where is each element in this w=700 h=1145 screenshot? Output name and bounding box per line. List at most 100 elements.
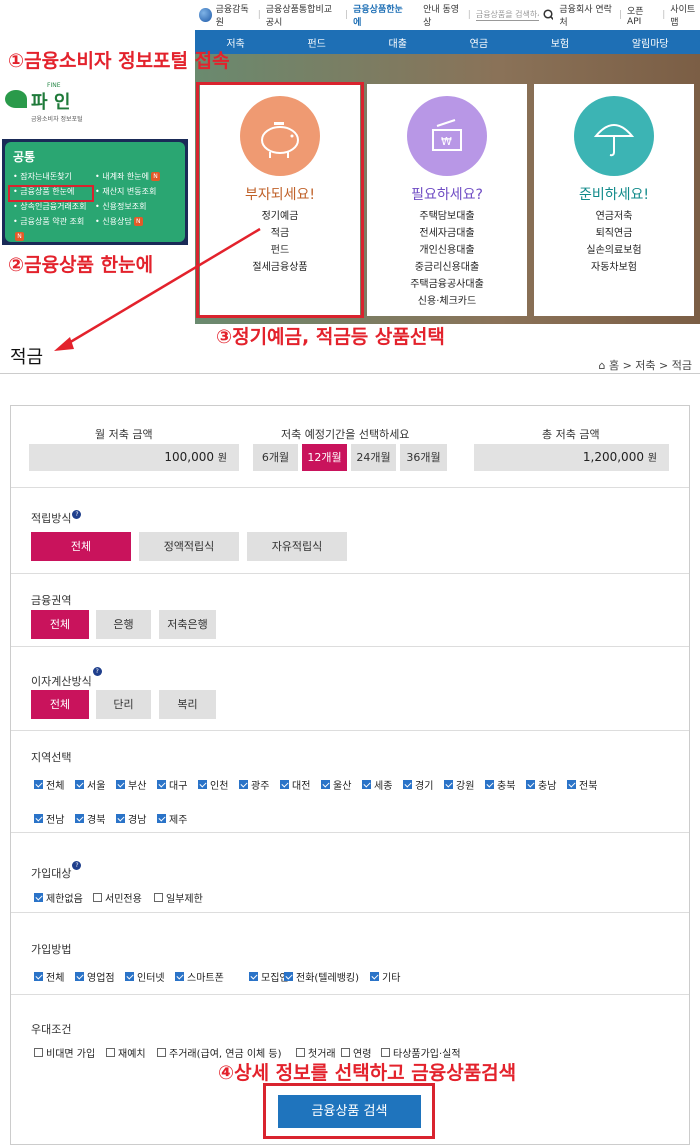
checkbox-icon[interactable] bbox=[296, 1048, 305, 1057]
checkbox-area-options-12[interactable]: 충남 bbox=[526, 777, 556, 792]
card-item[interactable]: 실손의료보험 bbox=[534, 242, 694, 259]
checkbox-icon[interactable] bbox=[125, 972, 134, 981]
checkbox-icon[interactable] bbox=[567, 780, 576, 789]
product-search-button[interactable]: 금융상품 검색 bbox=[278, 1095, 421, 1128]
nav-loan[interactable]: 대출 bbox=[389, 35, 407, 50]
period-36-button[interactable]: 36개월 bbox=[400, 444, 447, 471]
checkbox-channel-options-3[interactable]: 스마트폰 bbox=[175, 969, 224, 984]
checkbox-area-options-10[interactable]: 강원 bbox=[444, 777, 474, 792]
checkbox-icon[interactable] bbox=[239, 780, 248, 789]
checkbox-area-options-16[interactable]: 경남 bbox=[116, 811, 146, 826]
checkbox-area-options-4[interactable]: 인천 bbox=[198, 777, 228, 792]
checkbox-icon[interactable] bbox=[341, 1048, 350, 1057]
checkbox-icon[interactable] bbox=[34, 1048, 43, 1057]
checkbox-area-options-17[interactable]: 제주 bbox=[157, 811, 187, 826]
method-all-button[interactable]: 전체 bbox=[31, 532, 131, 561]
checkbox-area-options-3[interactable]: 대구 bbox=[157, 777, 187, 792]
checkbox-icon[interactable] bbox=[321, 780, 330, 789]
checkbox-icon[interactable] bbox=[34, 893, 43, 902]
checkbox-icon[interactable] bbox=[106, 1048, 115, 1057]
guide-video-link[interactable]: 안내 동영상 bbox=[423, 2, 463, 28]
checkbox-icon[interactable] bbox=[526, 780, 535, 789]
interest-simple-button[interactable]: 단리 bbox=[96, 690, 151, 719]
period-6-button[interactable]: 6개월 bbox=[253, 444, 298, 471]
checkbox-preference-options-0[interactable]: 비대면 가입 bbox=[34, 1045, 95, 1060]
nav-insurance[interactable]: 보험 bbox=[551, 35, 569, 50]
checkbox-area-options-11[interactable]: 충북 bbox=[485, 777, 515, 792]
help-icon[interactable]: ? bbox=[92, 667, 102, 676]
method-free-button[interactable]: 자유적립식 bbox=[247, 532, 347, 561]
glance-link[interactable]: 금융상품한눈에 bbox=[353, 2, 405, 28]
card-item[interactable]: 중금리신용대출 bbox=[367, 259, 527, 276]
checkbox-area-options-7[interactable]: 울산 bbox=[321, 777, 351, 792]
checkbox-icon[interactable] bbox=[249, 972, 258, 981]
fss-link[interactable]: 금융감독원 bbox=[216, 2, 253, 28]
checkbox-icon[interactable] bbox=[284, 972, 293, 981]
checkbox-target-options-0[interactable]: 제한없음 bbox=[34, 890, 83, 905]
checkbox-area-options-9[interactable]: 경기 bbox=[403, 777, 433, 792]
checkbox-area-options-1[interactable]: 서울 bbox=[75, 777, 105, 792]
checkbox-icon[interactable] bbox=[175, 972, 184, 981]
checkbox-channel-options-0[interactable]: 전체 bbox=[34, 969, 64, 984]
checkbox-area-options-14[interactable]: 전남 bbox=[34, 811, 64, 826]
checkbox-icon[interactable] bbox=[198, 780, 207, 789]
card-item[interactable]: 연금저축 bbox=[534, 208, 694, 225]
period-24-button[interactable]: 24개월 bbox=[351, 444, 396, 471]
checkbox-icon[interactable] bbox=[75, 972, 84, 981]
card-item[interactable]: 자동차보험 bbox=[534, 259, 694, 276]
menu-item[interactable]: • 신용정보조회 bbox=[95, 199, 177, 214]
menu-item[interactable]: • 내계좌 한눈에 N bbox=[95, 169, 177, 184]
nav-notice[interactable]: 알림마당 bbox=[632, 35, 669, 50]
nav-fund[interactable]: 펀드 bbox=[307, 35, 325, 50]
checkbox-target-options-2[interactable]: 일부제한 bbox=[154, 890, 203, 905]
checkbox-icon[interactable] bbox=[154, 893, 163, 902]
card-item[interactable]: 전세자금대출 bbox=[367, 225, 527, 242]
checkbox-icon[interactable] bbox=[75, 814, 84, 823]
checkbox-icon[interactable] bbox=[34, 780, 43, 789]
checkbox-icon[interactable] bbox=[34, 972, 43, 981]
top-search-input[interactable]: 금융상품을 검색하세요 bbox=[475, 9, 539, 21]
sector-savingsbank-button[interactable]: 저축은행 bbox=[159, 610, 216, 639]
checkbox-icon[interactable] bbox=[34, 814, 43, 823]
checkbox-icon[interactable] bbox=[93, 893, 102, 902]
checkbox-area-options-13[interactable]: 전북 bbox=[567, 777, 597, 792]
checkbox-icon[interactable] bbox=[157, 780, 166, 789]
checkbox-channel-options-2[interactable]: 인터넷 bbox=[125, 969, 165, 984]
compare-link[interactable]: 금융상품통합비교공시 bbox=[266, 2, 340, 28]
checkbox-area-options-8[interactable]: 세종 bbox=[362, 777, 392, 792]
method-fixed-button[interactable]: 정액적립식 bbox=[139, 532, 239, 561]
contacts-link[interactable]: 금융회사 연락처 bbox=[559, 2, 614, 28]
menu-item[interactable]: • 재산지 변동조회 bbox=[95, 184, 177, 199]
checkbox-icon[interactable] bbox=[444, 780, 453, 789]
sector-all-button[interactable]: 전체 bbox=[31, 610, 89, 639]
sitemap-link[interactable]: 사이트맵 bbox=[670, 2, 700, 28]
open-api-link[interactable]: 오픈 API bbox=[627, 4, 657, 27]
search-icon[interactable] bbox=[543, 9, 554, 21]
checkbox-icon[interactable] bbox=[485, 780, 494, 789]
checkbox-area-options-5[interactable]: 광주 bbox=[239, 777, 269, 792]
card-item[interactable]: 개인신용대출 bbox=[367, 242, 527, 259]
checkbox-icon[interactable] bbox=[362, 780, 371, 789]
fine-logo[interactable]: FINE 파 인 금융소비자 정보포털 bbox=[5, 82, 95, 127]
checkbox-channel-options-1[interactable]: 영업점 bbox=[75, 969, 115, 984]
checkbox-channel-options-5[interactable]: 전화(텔레뱅킹) bbox=[284, 969, 359, 984]
checkbox-icon[interactable] bbox=[116, 814, 125, 823]
checkbox-area-options-15[interactable]: 경북 bbox=[75, 811, 105, 826]
card-item[interactable]: 주택금융공사대출 bbox=[367, 276, 527, 293]
checkbox-target-options-1[interactable]: 서민전용 bbox=[93, 890, 142, 905]
checkbox-area-options-0[interactable]: 전체 bbox=[34, 777, 64, 792]
checkbox-icon[interactable] bbox=[157, 1048, 166, 1057]
nav-pension[interactable]: 연금 bbox=[470, 35, 488, 50]
checkbox-icon[interactable] bbox=[403, 780, 412, 789]
card-item[interactable]: 주택담보대출 bbox=[367, 208, 527, 225]
checkbox-channel-options-4[interactable]: 모집인 bbox=[249, 969, 289, 984]
card-item[interactable]: 퇴직연금 bbox=[534, 225, 694, 242]
checkbox-icon[interactable] bbox=[370, 972, 379, 981]
menu-item[interactable]: • 잠자는내돈찾기 bbox=[13, 169, 95, 184]
checkbox-preference-options-1[interactable]: 재예치 bbox=[106, 1045, 146, 1060]
help-icon[interactable]: ? bbox=[72, 861, 82, 870]
home-icon[interactable]: ⌂ bbox=[598, 359, 608, 372]
checkbox-area-options-2[interactable]: 부산 bbox=[116, 777, 146, 792]
checkbox-icon[interactable] bbox=[381, 1048, 390, 1057]
checkbox-icon[interactable] bbox=[280, 780, 289, 789]
